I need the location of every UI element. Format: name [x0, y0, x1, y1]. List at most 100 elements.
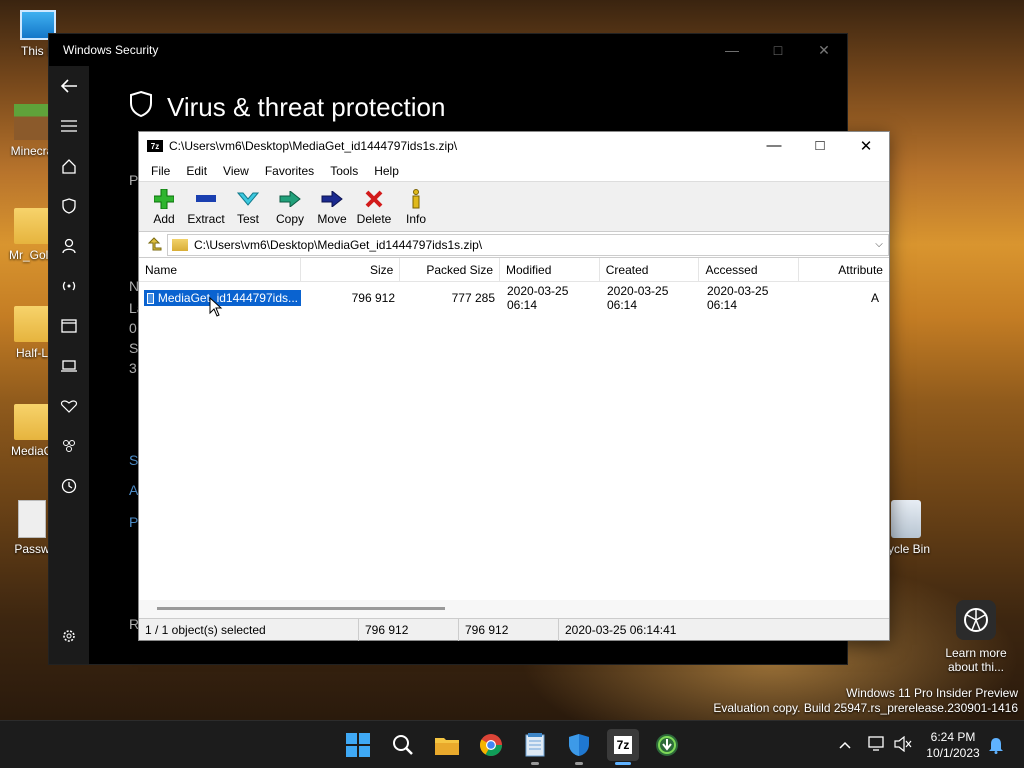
add-button[interactable]: Add: [143, 182, 185, 231]
search-icon: [393, 735, 413, 755]
menu-edit[interactable]: Edit: [178, 164, 215, 178]
chevron-up-icon[interactable]: [836, 738, 854, 752]
recycle-bin-icon: [891, 500, 921, 538]
notification-bell-icon[interactable]: [988, 721, 1004, 769]
notepad-button[interactable]: [519, 729, 551, 765]
col-accessed[interactable]: Accessed: [699, 257, 800, 282]
extract-button[interactable]: Extract: [185, 182, 227, 231]
account-icon[interactable]: [49, 226, 89, 266]
desktop-icon-label: Passw: [14, 542, 50, 556]
address-field[interactable]: C:\Users\vm6\Desktop\MediaGet_id1444797i…: [167, 233, 889, 256]
delete-label: Delete: [356, 211, 392, 226]
7zip-titlebar[interactable]: 7z C:\Users\vm6\Desktop\MediaGet_id14447…: [139, 132, 889, 160]
start-button[interactable]: [342, 729, 374, 761]
col-created[interactable]: Created: [600, 257, 700, 282]
move-button[interactable]: Move: [311, 182, 353, 231]
col-packed-size[interactable]: Packed Size: [400, 257, 501, 282]
close-button[interactable]: ✕: [843, 137, 889, 155]
volume-muted-icon[interactable]: [894, 735, 912, 755]
minus-icon: [194, 188, 218, 210]
folder-icon: [14, 306, 50, 342]
file-name-text: MediaGet_id1444797ids...: [157, 291, 298, 305]
search-button[interactable]: [387, 729, 419, 761]
up-folder-icon[interactable]: [143, 235, 167, 255]
clock[interactable]: 6:24 PM 10/1/2023: [922, 721, 984, 769]
link-fragment[interactable]: S: [129, 452, 138, 468]
delete-button[interactable]: Delete: [353, 182, 395, 231]
menu-help[interactable]: Help: [366, 164, 407, 178]
watermark-line-2: Evaluation copy. Build 25947.rs_prerelea…: [713, 701, 1018, 715]
text-fragment: 0: [129, 320, 137, 336]
running-indicator: [575, 762, 583, 765]
move-arrow-icon: [320, 188, 344, 210]
back-arrow-icon[interactable]: [49, 66, 89, 106]
learn-more-widget[interactable]: Learn more about thi...: [940, 600, 1012, 674]
device-security-icon[interactable]: [49, 346, 89, 386]
test-button[interactable]: Test: [227, 182, 269, 231]
text-fragment: S: [129, 340, 139, 356]
winsec-titlebar[interactable]: Windows Security — □ ✕: [49, 34, 847, 66]
network-monitor-icon[interactable]: [868, 735, 886, 755]
running-indicator: [615, 762, 631, 765]
shield-icon: [569, 734, 589, 756]
taskbar: 7z 6:24 PM 10/1/2023: [0, 720, 1024, 768]
history-icon[interactable]: [49, 466, 89, 506]
menu-bar: File Edit View Favorites Tools Help: [139, 160, 889, 182]
col-attributes[interactable]: Attribute: [799, 258, 889, 282]
menu-favorites[interactable]: Favorites: [257, 164, 322, 178]
hamburger-menu-icon[interactable]: [49, 106, 89, 146]
mouse-cursor-icon: [209, 296, 223, 320]
info-button[interactable]: Info: [395, 182, 437, 231]
link-fragment[interactable]: P: [129, 514, 138, 530]
home-icon[interactable]: [49, 146, 89, 186]
checkmark-icon: [236, 188, 260, 210]
copy-button[interactable]: Copy: [269, 182, 311, 231]
cell-packed: 777 285: [451, 291, 495, 305]
test-label: Test: [236, 211, 259, 226]
document-icon: [18, 500, 46, 538]
menu-tools[interactable]: Tools: [322, 164, 366, 178]
toolbar: Add Extract Test Copy Move Delete Info: [139, 182, 889, 232]
status-selected: 1 / 1 object(s) selected: [139, 618, 359, 641]
add-label: Add: [153, 211, 175, 226]
cell-modified: 2020-03-25 06:14: [507, 284, 569, 312]
health-icon[interactable]: [49, 386, 89, 426]
winsec-title: Windows Security: [63, 43, 159, 57]
status-size: 796 912: [359, 618, 459, 641]
move-label: Move: [317, 211, 347, 226]
maximize-button[interactable]: □: [797, 137, 843, 155]
network-icon[interactable]: [49, 266, 89, 306]
minimize-button[interactable]: —: [709, 42, 755, 59]
running-indicator: [531, 762, 539, 765]
cell-created: 2020-03-25 06:14: [607, 284, 669, 312]
file-explorer-button[interactable]: [431, 729, 463, 761]
address-path: C:\Users\vm6\Desktop\MediaGet_id1444797i…: [194, 237, 483, 252]
menu-view[interactable]: View: [215, 164, 257, 178]
scrollbar-thumb[interactable]: [157, 607, 445, 610]
family-icon[interactable]: [49, 426, 89, 466]
7zip-button[interactable]: 7z: [607, 729, 639, 765]
maximize-button[interactable]: □: [755, 42, 801, 59]
page-heading: Virus & threat protection: [129, 90, 445, 125]
windows-security-button[interactable]: [563, 729, 595, 765]
close-button[interactable]: ✕: [801, 42, 847, 59]
mediaget-button[interactable]: [651, 729, 683, 761]
app-browser-icon[interactable]: [49, 306, 89, 346]
notepad-icon: [525, 733, 545, 757]
shield-icon[interactable]: [49, 186, 89, 226]
col-size[interactable]: Size: [301, 257, 401, 282]
col-modified[interactable]: Modified: [500, 257, 600, 282]
minimize-button[interactable]: —: [751, 137, 797, 155]
shield-outline-icon: [129, 90, 153, 125]
settings-gear-icon[interactable]: [49, 616, 89, 656]
delete-x-icon: [362, 188, 386, 210]
desktop-icon-label: Minecra: [10, 144, 54, 158]
link-fragment[interactable]: A: [129, 482, 138, 498]
chevron-down-icon[interactable]: ⌵: [870, 239, 888, 250]
horizontal-scrollbar[interactable]: [139, 600, 889, 618]
table-row[interactable]: MediaGet_id1444797ids... 796 912 777 285…: [139, 284, 889, 312]
text-fragment: 3: [129, 360, 137, 376]
col-name[interactable]: Name: [139, 257, 301, 282]
menu-file[interactable]: File: [143, 164, 178, 178]
chrome-button[interactable]: [475, 729, 507, 761]
